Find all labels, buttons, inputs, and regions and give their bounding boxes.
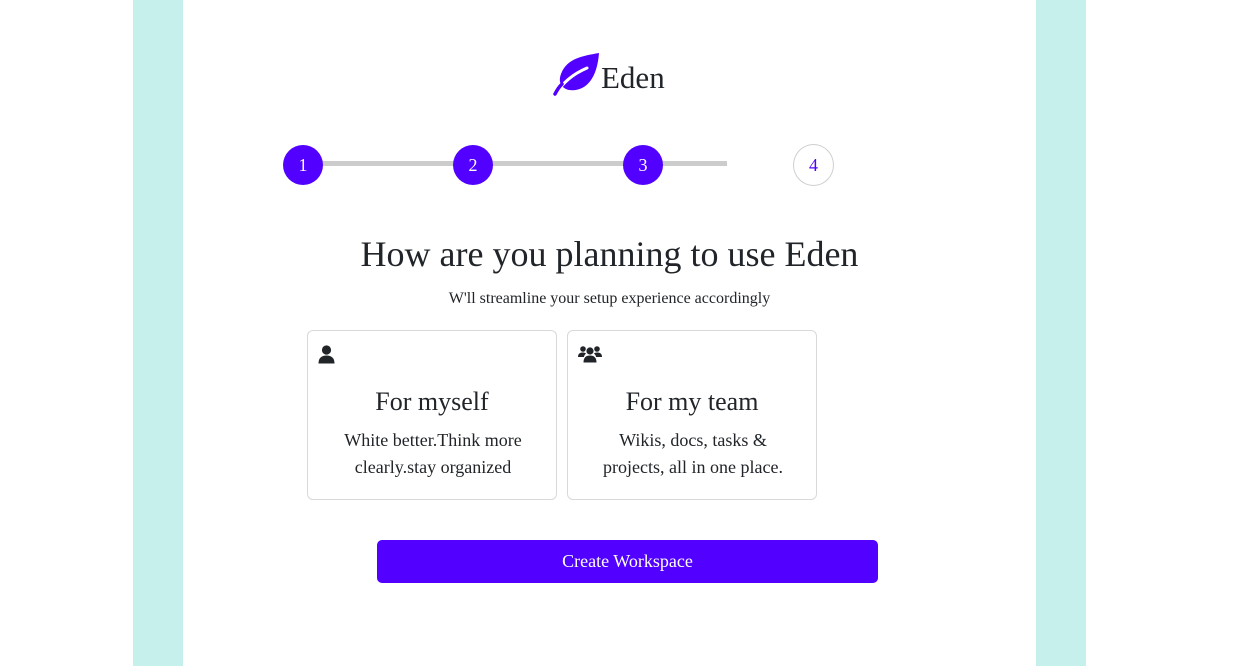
page: Eden 1 2 3 4 How are you planning to use… (0, 0, 1259, 666)
option-card-team[interactable]: For my team Wikis, docs, tasks & project… (567, 330, 817, 500)
step-4: 4 (793, 144, 834, 186)
user-icon (318, 345, 335, 364)
step-connector (320, 161, 455, 166)
create-workspace-button[interactable]: Create Workspace (377, 540, 878, 583)
left-side-band (133, 0, 183, 666)
step-2: 2 (453, 145, 493, 185)
option-title: For myself (375, 387, 489, 416)
brand-logo: Eden (553, 52, 665, 96)
option-description: Wikis, docs, tasks & projects, all in on… (603, 430, 783, 477)
option-card-myself[interactable]: For myself White better.Think more clear… (307, 330, 557, 500)
right-side-band (1036, 0, 1086, 666)
step-1: 1 (283, 145, 323, 185)
step-connector (490, 161, 625, 166)
page-title: How are you planning to use Eden (360, 234, 859, 274)
step-connector (660, 161, 727, 166)
option-description: White better.Think more clearly.stay org… (344, 430, 522, 477)
step-3: 3 (623, 145, 663, 185)
option-title: For my team (625, 387, 759, 416)
leaf-icon (553, 53, 599, 96)
brand-name: Eden (601, 59, 665, 95)
users-icon (578, 346, 602, 363)
page-subtitle: W'll streamline your setup experience ac… (448, 290, 771, 307)
